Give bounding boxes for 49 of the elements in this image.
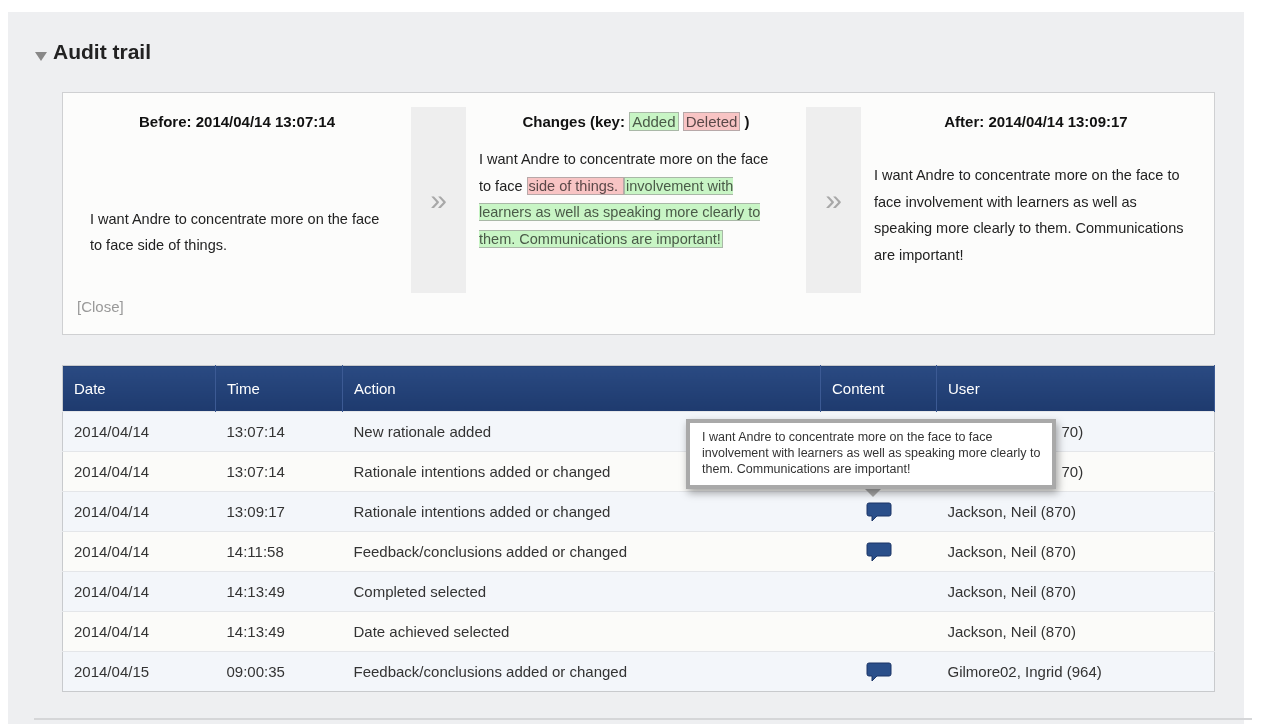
- table-cell: 13:07:14: [215, 411, 343, 452]
- table-cell: Jackson, Neil (870): [947, 583, 1076, 600]
- table-cell: 70): [1061, 423, 1084, 440]
- double-arrow-icon: »: [825, 183, 842, 217]
- before-heading: Before: 2014/04/14 13:07:14: [138, 112, 336, 130]
- table-cell: 2014/04/14: [62, 531, 216, 572]
- table-cell: Jackson, Neil (870): [947, 623, 1076, 640]
- table-cell: Feedback/conclusions added or changed: [342, 651, 821, 692]
- after-heading: After: 2014/04/14 13:09:17: [943, 112, 1129, 130]
- table-cell: 2014/04/14: [62, 491, 216, 532]
- table-cell: 2014/04/14: [62, 611, 216, 652]
- table-cell: Rationale intentions added or changed: [342, 491, 821, 532]
- speech-bubble-icon[interactable]: [865, 541, 892, 562]
- changes-heading: Changes (key:: [522, 113, 625, 130]
- column-header: Time: [215, 365, 343, 412]
- table-cell: 14:13:49: [215, 611, 343, 652]
- column-header: Date: [62, 365, 216, 412]
- added-key-tag: Added: [629, 112, 679, 131]
- changes-text: I want Andre to concentrate more on the face to face side of things. involvement with learners as well as speaking more clearly to them. Communications are important!: [479, 150, 770, 250]
- column-header: Action: [342, 365, 821, 412]
- close-link[interactable]: [Close]: [77, 298, 124, 315]
- table-cell: 14:13:49: [215, 571, 343, 612]
- table-cell: 09:00:35: [215, 651, 343, 692]
- table-cell: 70): [1061, 463, 1084, 480]
- tooltip: I want Andre to concentrate more on the face to face involvement with learners as well as speaking more clearly to them. Communications are important!: [686, 419, 1056, 489]
- before-text: I want Andre to concentrate more on the face to face side of things.: [90, 210, 381, 255]
- speech-bubble-icon[interactable]: [865, 501, 892, 522]
- after-text: I want Andre to concentrate more on the face to face involvement with learners as well as speaking more clearly to them. Communications are important!: [874, 166, 1185, 265]
- column-header: User: [936, 365, 1215, 412]
- changes-heading-end: ): [744, 113, 750, 130]
- table-cell: 13:09:17: [215, 491, 343, 532]
- table-cell: Jackson, Neil (870): [947, 503, 1076, 520]
- table-cell: 2014/04/14: [62, 571, 216, 612]
- table-cell: Completed selected: [342, 571, 821, 612]
- double-arrow-icon: »: [430, 183, 447, 217]
- table-cell: 2014/04/14: [62, 451, 216, 492]
- table-cell: 14:11:58: [215, 531, 343, 572]
- table-cell: Date achieved selected: [342, 611, 821, 652]
- table-cell: Feedback/conclusions added or changed: [342, 531, 821, 572]
- table-cell: Gilmore02, Ingrid (964): [947, 663, 1102, 680]
- table-cell: 13:07:14: [215, 451, 343, 492]
- deleted-key-tag: Deleted: [682, 112, 741, 131]
- table-cell: 2014/04/15: [62, 651, 216, 692]
- collapse-triangle-icon[interactable]: [35, 51, 47, 61]
- table-cell: 2014/04/14: [62, 411, 216, 452]
- section-title: Audit trail: [53, 40, 151, 64]
- table-cell: Jackson, Neil (870): [947, 543, 1076, 560]
- column-header: Content: [820, 365, 937, 412]
- speech-bubble-icon[interactable]: [865, 661, 892, 682]
